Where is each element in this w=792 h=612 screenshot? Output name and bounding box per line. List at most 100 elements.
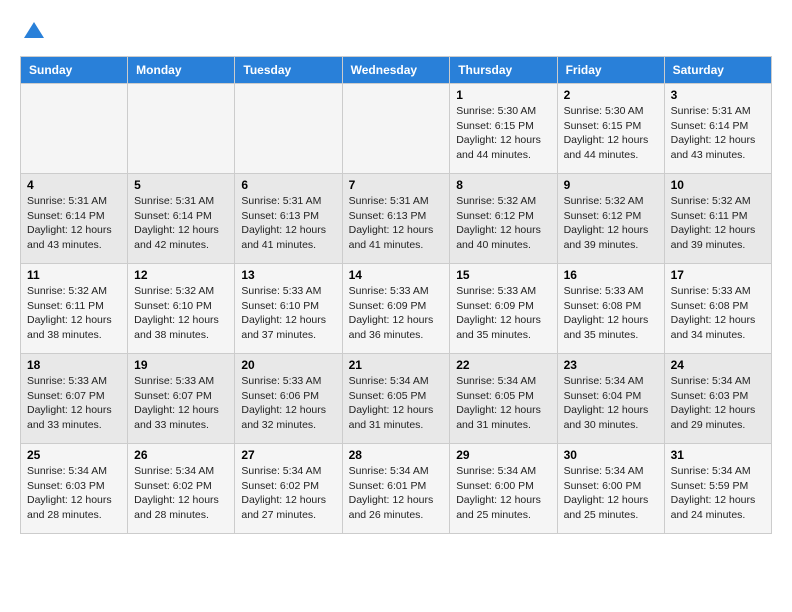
calendar-cell: 20 Sunrise: 5:33 AM Sunset: 6:06 PM Dayli… — [235, 354, 342, 444]
day-info: Sunrise: 5:34 AM Sunset: 6:01 PM Dayligh… — [349, 464, 444, 523]
day-number: 29 — [456, 448, 550, 462]
day-info: Sunrise: 5:34 AM Sunset: 6:03 PM Dayligh… — [671, 374, 765, 433]
calendar-cell: 28 Sunrise: 5:34 AM Sunset: 6:01 PM Dayli… — [342, 444, 450, 534]
day-number: 28 — [349, 448, 444, 462]
day-number: 16 — [564, 268, 658, 282]
calendar-cell: 30Sunrise: 5:34 AM Sunset: 6:00 PM Dayli… — [557, 444, 664, 534]
day-info: Sunrise: 5:30 AM Sunset: 6:15 PM Dayligh… — [456, 104, 550, 163]
day-number: 18 — [27, 358, 121, 372]
day-info: Sunrise: 5:33 AM Sunset: 6:08 PM Dayligh… — [671, 284, 765, 343]
header-monday: Monday — [128, 57, 235, 84]
calendar-cell: 25Sunrise: 5:34 AM Sunset: 6:03 PM Dayli… — [21, 444, 128, 534]
day-number: 6 — [241, 178, 335, 192]
day-info: Sunrise: 5:33 AM Sunset: 6:07 PM Dayligh… — [134, 374, 228, 433]
calendar-cell: 11 Sunrise: 5:32 AM Sunset: 6:11 PM Dayli… — [21, 264, 128, 354]
day-info: Sunrise: 5:33 AM Sunset: 6:08 PM Dayligh… — [564, 284, 658, 343]
day-number: 13 — [241, 268, 335, 282]
day-info: Sunrise: 5:34 AM Sunset: 6:02 PM Dayligh… — [241, 464, 335, 523]
day-number: 17 — [671, 268, 765, 282]
day-info: Sunrise: 5:31 AM Sunset: 6:13 PM Dayligh… — [349, 194, 444, 253]
header-wednesday: Wednesday — [342, 57, 450, 84]
day-info: Sunrise: 5:34 AM Sunset: 6:00 PM Dayligh… — [456, 464, 550, 523]
day-info: Sunrise: 5:33 AM Sunset: 6:06 PM Dayligh… — [241, 374, 335, 433]
day-number: 9 — [564, 178, 658, 192]
calendar-cell: 13 Sunrise: 5:33 AM Sunset: 6:10 PM Dayli… — [235, 264, 342, 354]
calendar-cell: 31 Sunrise: 5:34 AM Sunset: 5:59 PM Dayli… — [664, 444, 771, 534]
day-info: Sunrise: 5:30 AM Sunset: 6:15 PM Dayligh… — [564, 104, 658, 163]
day-number: 31 — [671, 448, 765, 462]
calendar-table: SundayMondayTuesdayWednesdayThursdayFrid… — [20, 56, 772, 534]
calendar-cell: 26Sunrise: 5:34 AM Sunset: 6:02 PM Dayli… — [128, 444, 235, 534]
calendar-cell: 9 Sunrise: 5:32 AM Sunset: 6:12 PM Daylig… — [557, 174, 664, 264]
day-number: 1 — [456, 88, 550, 102]
day-number: 3 — [671, 88, 765, 102]
day-number: 5 — [134, 178, 228, 192]
calendar-cell: 14Sunrise: 5:33 AM Sunset: 6:09 PM Dayli… — [342, 264, 450, 354]
day-info: Sunrise: 5:32 AM Sunset: 6:12 PM Dayligh… — [456, 194, 550, 253]
day-number: 27 — [241, 448, 335, 462]
calendar-cell — [21, 84, 128, 174]
day-info: Sunrise: 5:33 AM Sunset: 6:10 PM Dayligh… — [241, 284, 335, 343]
calendar-cell: 5 Sunrise: 5:31 AM Sunset: 6:14 PM Daylig… — [128, 174, 235, 264]
day-info: Sunrise: 5:34 AM Sunset: 5:59 PM Dayligh… — [671, 464, 765, 523]
calendar-cell: 19 Sunrise: 5:33 AM Sunset: 6:07 PM Dayli… — [128, 354, 235, 444]
day-info: Sunrise: 5:34 AM Sunset: 6:04 PM Dayligh… — [564, 374, 658, 433]
header-tuesday: Tuesday — [235, 57, 342, 84]
day-info: Sunrise: 5:34 AM Sunset: 6:00 PM Dayligh… — [564, 464, 658, 523]
day-number: 19 — [134, 358, 228, 372]
day-info: Sunrise: 5:32 AM Sunset: 6:11 PM Dayligh… — [671, 194, 765, 253]
day-info: Sunrise: 5:31 AM Sunset: 6:13 PM Dayligh… — [241, 194, 335, 253]
calendar-cell: 4 Sunrise: 5:31 AM Sunset: 6:14 PM Daylig… — [21, 174, 128, 264]
day-number: 12 — [134, 268, 228, 282]
day-number: 15 — [456, 268, 550, 282]
calendar-cell: 18 Sunrise: 5:33 AM Sunset: 6:07 PM Dayli… — [21, 354, 128, 444]
day-number: 14 — [349, 268, 444, 282]
calendar-cell: 6 Sunrise: 5:31 AM Sunset: 6:13 PM Daylig… — [235, 174, 342, 264]
header-saturday: Saturday — [664, 57, 771, 84]
calendar-cell: 16 Sunrise: 5:33 AM Sunset: 6:08 PM Dayli… — [557, 264, 664, 354]
header-thursday: Thursday — [450, 57, 557, 84]
calendar-week-2: 4 Sunrise: 5:31 AM Sunset: 6:14 PM Daylig… — [21, 174, 772, 264]
calendar-week-1: 1 Sunrise: 5:30 AM Sunset: 6:15 PM Daylig… — [21, 84, 772, 174]
day-number: 8 — [456, 178, 550, 192]
calendar-header-row: SundayMondayTuesdayWednesdayThursdayFrid… — [21, 57, 772, 84]
day-info: Sunrise: 5:34 AM Sunset: 6:05 PM Dayligh… — [456, 374, 550, 433]
calendar-cell: 8 Sunrise: 5:32 AM Sunset: 6:12 PM Daylig… — [450, 174, 557, 264]
calendar-cell: 27 Sunrise: 5:34 AM Sunset: 6:02 PM Dayli… — [235, 444, 342, 534]
calendar-cell: 12 Sunrise: 5:32 AM Sunset: 6:10 PM Dayli… — [128, 264, 235, 354]
logo-icon — [22, 20, 46, 44]
calendar-week-3: 11 Sunrise: 5:32 AM Sunset: 6:11 PM Dayli… — [21, 264, 772, 354]
day-info: Sunrise: 5:34 AM Sunset: 6:03 PM Dayligh… — [27, 464, 121, 523]
calendar-cell: 15 Sunrise: 5:33 AM Sunset: 6:09 PM Dayli… — [450, 264, 557, 354]
day-info: Sunrise: 5:32 AM Sunset: 6:10 PM Dayligh… — [134, 284, 228, 343]
day-number: 21 — [349, 358, 444, 372]
day-info: Sunrise: 5:33 AM Sunset: 6:09 PM Dayligh… — [456, 284, 550, 343]
calendar-cell: 22Sunrise: 5:34 AM Sunset: 6:05 PM Dayli… — [450, 354, 557, 444]
day-info: Sunrise: 5:33 AM Sunset: 6:07 PM Dayligh… — [27, 374, 121, 433]
calendar-week-5: 25Sunrise: 5:34 AM Sunset: 6:03 PM Dayli… — [21, 444, 772, 534]
day-info: Sunrise: 5:31 AM Sunset: 6:14 PM Dayligh… — [27, 194, 121, 253]
day-info: Sunrise: 5:34 AM Sunset: 6:05 PM Dayligh… — [349, 374, 444, 433]
day-info: Sunrise: 5:32 AM Sunset: 6:12 PM Dayligh… — [564, 194, 658, 253]
calendar-cell: 7 Sunrise: 5:31 AM Sunset: 6:13 PM Daylig… — [342, 174, 450, 264]
calendar-cell: 3 Sunrise: 5:31 AM Sunset: 6:14 PM Daylig… — [664, 84, 771, 174]
day-number: 4 — [27, 178, 121, 192]
header — [20, 20, 772, 40]
calendar-cell: 23Sunrise: 5:34 AM Sunset: 6:04 PM Dayli… — [557, 354, 664, 444]
day-info: Sunrise: 5:34 AM Sunset: 6:02 PM Dayligh… — [134, 464, 228, 523]
calendar-cell — [235, 84, 342, 174]
day-info: Sunrise: 5:31 AM Sunset: 6:14 PM Dayligh… — [134, 194, 228, 253]
day-number: 2 — [564, 88, 658, 102]
calendar-cell: 29 Sunrise: 5:34 AM Sunset: 6:00 PM Dayli… — [450, 444, 557, 534]
day-info: Sunrise: 5:31 AM Sunset: 6:14 PM Dayligh… — [671, 104, 765, 163]
day-number: 24 — [671, 358, 765, 372]
calendar-cell: 10Sunrise: 5:32 AM Sunset: 6:11 PM Dayli… — [664, 174, 771, 264]
day-number: 11 — [27, 268, 121, 282]
calendar-cell: 1 Sunrise: 5:30 AM Sunset: 6:15 PM Daylig… — [450, 84, 557, 174]
calendar-cell: 17 Sunrise: 5:33 AM Sunset: 6:08 PM Dayli… — [664, 264, 771, 354]
day-info: Sunrise: 5:32 AM Sunset: 6:11 PM Dayligh… — [27, 284, 121, 343]
day-number: 20 — [241, 358, 335, 372]
logo — [20, 20, 46, 40]
header-sunday: Sunday — [21, 57, 128, 84]
day-number: 7 — [349, 178, 444, 192]
